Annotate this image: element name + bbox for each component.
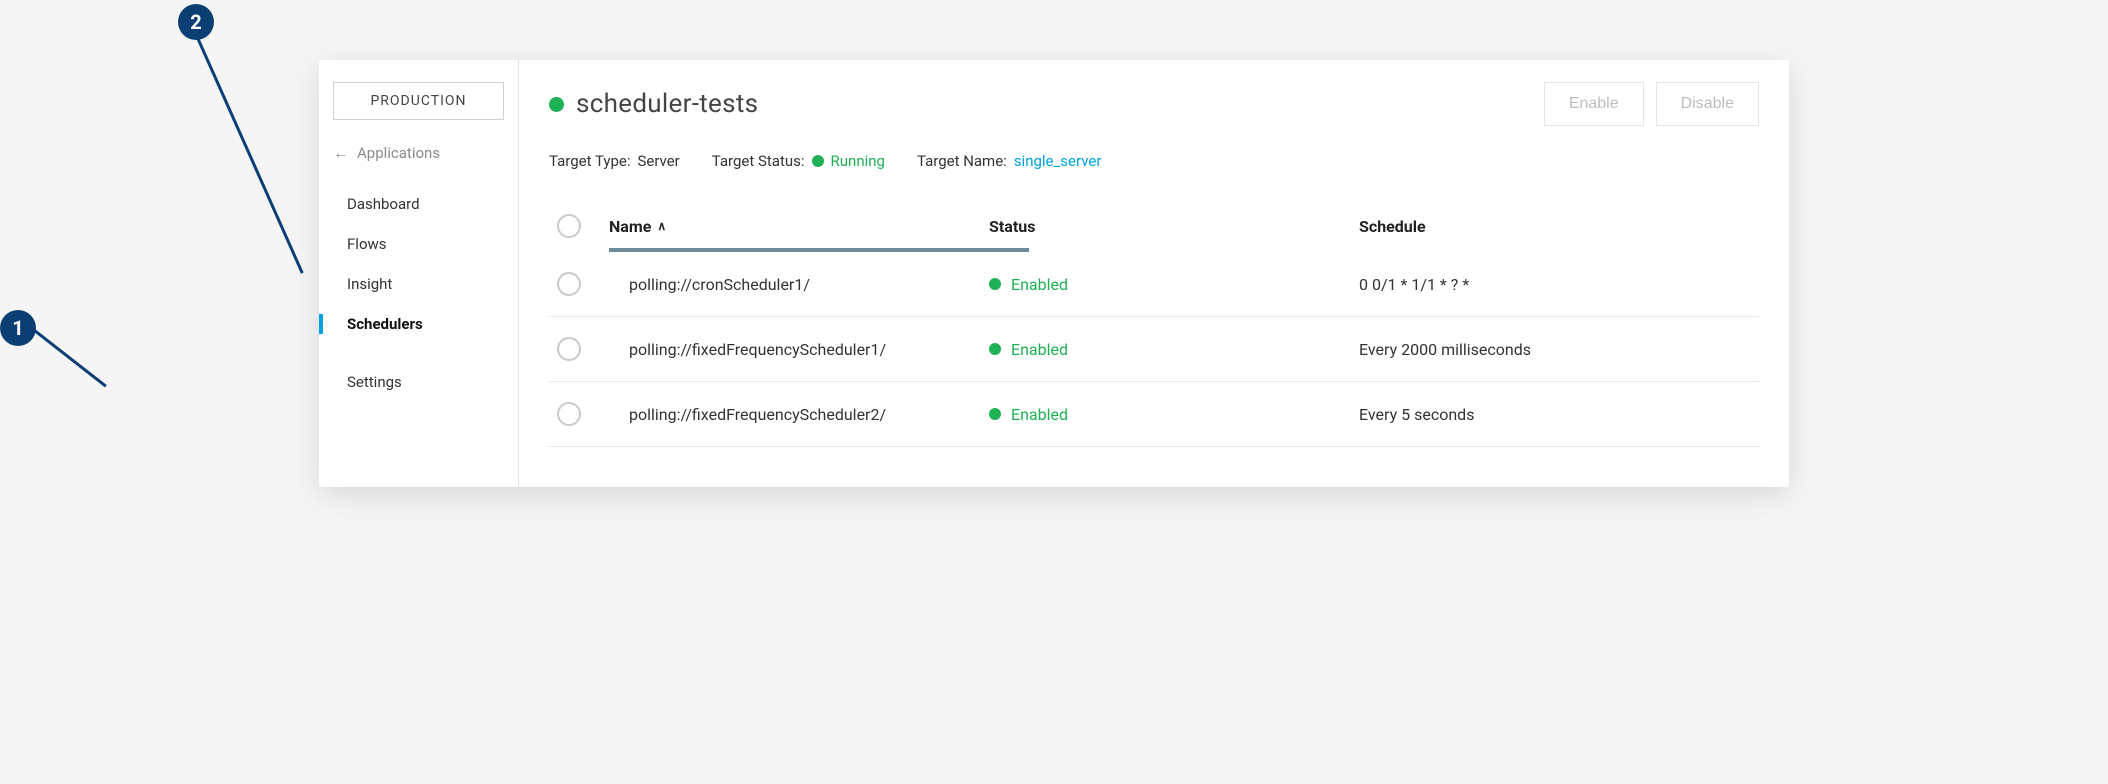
column-label: Name — [609, 217, 651, 236]
app-window: PRODUCTION ← Applications Dashboard Flow… — [319, 60, 1789, 487]
status-text: Enabled — [1011, 340, 1068, 359]
column-header-status[interactable]: Status — [989, 217, 1359, 236]
target-status: Target Status: Running — [712, 152, 885, 170]
table-row[interactable]: polling://fixedFrequencyScheduler2/ Enab… — [549, 382, 1759, 447]
cell-schedule: Every 5 seconds — [1359, 405, 1759, 424]
annotation-callout-2: 2 — [178, 4, 214, 40]
row-select-radio[interactable] — [557, 272, 581, 296]
active-sort-underline — [609, 248, 1029, 252]
main-content: scheduler-tests Enable Disable Target Ty… — [519, 60, 1789, 487]
status-dot-icon — [989, 343, 1001, 355]
cell-schedule: 0 0/1 * 1/1 * ? * — [1359, 275, 1759, 294]
cell-schedule: Every 2000 milliseconds — [1359, 340, 1759, 359]
page-header: scheduler-tests Enable Disable — [549, 82, 1759, 126]
target-type-value: Server — [637, 152, 679, 170]
target-type-label: Target Type: — [549, 152, 630, 170]
page-title: scheduler-tests — [576, 89, 758, 119]
status-text: Enabled — [1011, 405, 1068, 424]
target-status-value: Running — [831, 152, 885, 170]
annotation-number: 2 — [190, 10, 201, 34]
status-dot-icon — [989, 278, 1001, 290]
cell-name: polling://fixedFrequencyScheduler1/ — [609, 340, 989, 359]
cell-status: Enabled — [989, 340, 1359, 359]
target-type: Target Type: Server — [549, 152, 680, 170]
annotation-callout-1: 1 — [0, 310, 36, 346]
status-dot-icon — [812, 155, 824, 167]
disable-button[interactable]: Disable — [1656, 82, 1759, 126]
table-row[interactable]: polling://fixedFrequencyScheduler1/ Enab… — [549, 317, 1759, 382]
sidebar-item-flows[interactable]: Flows — [319, 224, 518, 264]
annotation-line-1 — [34, 330, 107, 388]
sidebar-item-insight[interactable]: Insight — [319, 264, 518, 304]
target-status-label: Target Status: — [712, 152, 805, 170]
row-select-radio[interactable] — [557, 402, 581, 426]
target-name-link[interactable]: single_server — [1014, 152, 1102, 170]
schedulers-table: Name ∧ Status Schedule polling://cronSch… — [549, 208, 1759, 447]
back-to-applications[interactable]: ← Applications — [319, 144, 518, 184]
enable-button[interactable]: Enable — [1544, 82, 1644, 126]
annotation-number: 1 — [12, 316, 23, 340]
arrow-left-icon: ← — [333, 145, 349, 161]
environment-badge[interactable]: PRODUCTION — [333, 82, 504, 120]
status-dot-icon — [989, 408, 1001, 420]
status-text: Enabled — [1011, 275, 1068, 294]
column-header-schedule[interactable]: Schedule — [1359, 217, 1759, 236]
column-header-name[interactable]: Name ∧ — [609, 217, 989, 236]
back-label: Applications — [357, 144, 440, 162]
target-name-label: Target Name: — [917, 152, 1007, 170]
sidebar: PRODUCTION ← Applications Dashboard Flow… — [319, 60, 519, 487]
title-group: scheduler-tests — [549, 89, 758, 119]
sidebar-item-dashboard[interactable]: Dashboard — [319, 184, 518, 224]
cell-status: Enabled — [989, 275, 1359, 294]
sidebar-item-settings[interactable]: Settings — [319, 362, 518, 402]
row-select-radio[interactable] — [557, 337, 581, 361]
target-name: Target Name: single_server — [917, 152, 1101, 170]
cell-name: polling://fixedFrequencyScheduler2/ — [609, 405, 989, 424]
sort-ascending-icon: ∧ — [657, 219, 666, 233]
sidebar-nav: Dashboard Flows Insight Schedulers Setti… — [319, 184, 518, 402]
cell-name: polling://cronScheduler1/ — [609, 275, 989, 294]
select-all-radio[interactable] — [557, 214, 581, 238]
status-dot-icon — [549, 97, 564, 112]
annotation-line-2 — [196, 37, 304, 274]
table-row[interactable]: polling://cronScheduler1/ Enabled 0 0/1 … — [549, 252, 1759, 317]
target-meta: Target Type: Server Target Status: Runni… — [549, 152, 1759, 170]
header-actions: Enable Disable — [1544, 82, 1759, 126]
sidebar-item-schedulers[interactable]: Schedulers — [319, 304, 518, 344]
table-header: Name ∧ Status Schedule — [549, 208, 1759, 252]
cell-status: Enabled — [989, 405, 1359, 424]
